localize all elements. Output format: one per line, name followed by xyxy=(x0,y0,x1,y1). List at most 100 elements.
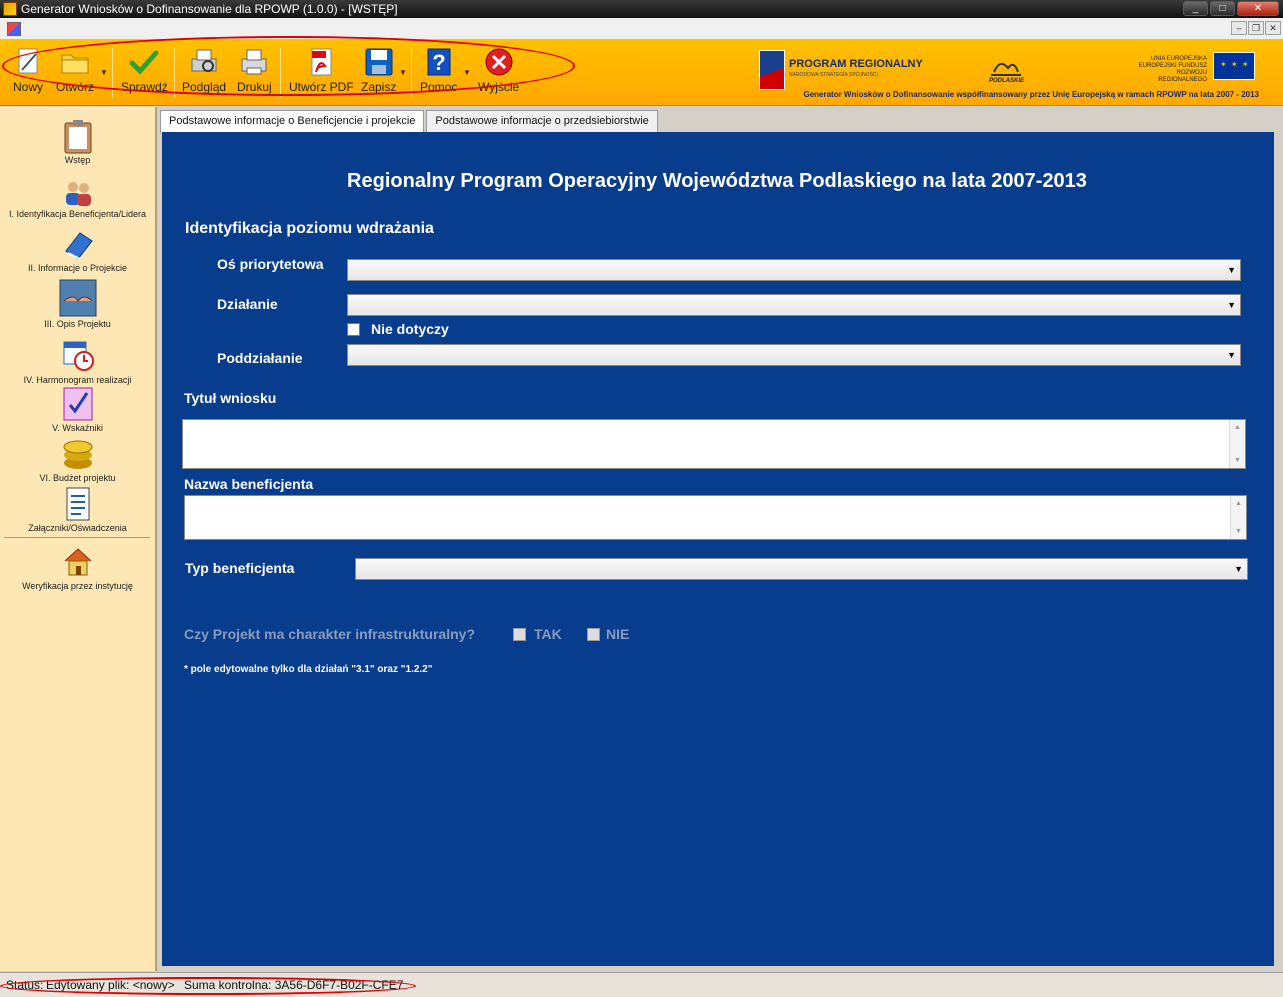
sidebar-item-label: VI. Budżet projektu xyxy=(39,473,116,483)
exit-x-icon xyxy=(483,46,515,78)
printer-icon xyxy=(238,46,270,78)
toolbar-separator xyxy=(112,48,113,98)
exit-button[interactable]: Wyjście xyxy=(478,46,519,94)
print-preview-icon xyxy=(188,46,220,78)
scroll-down-icon[interactable]: ▼ xyxy=(1235,528,1242,535)
mdi-window-icon[interactable] xyxy=(7,22,21,36)
help-button-label: Pomoc xyxy=(420,80,458,94)
save-button[interactable]: Zapisz xyxy=(361,46,396,94)
sidebar-item-harmonogram[interactable]: IV. Harmonogram realizacji xyxy=(0,339,155,385)
os-priorytetowa-select[interactable]: ▼ xyxy=(347,259,1241,281)
checklist-icon xyxy=(62,387,94,421)
branding-caption: Generator Wniosków o Dofinansowanie wspó… xyxy=(803,90,1259,99)
sidebar-item-informacje[interactable]: II. Informacje o Projekcie xyxy=(0,227,155,273)
sidebar-item-label: Załączniki/Oświadczenia xyxy=(28,523,127,533)
tab-przedsiebiorstwo[interactable]: Podstawowe informacje o przedsiebiorstwi… xyxy=(426,110,658,132)
nie-dotyczy-checkbox[interactable] xyxy=(347,323,360,336)
program-regionalny-subtext: NARODOWA STRATEGIA SPÓJNOŚCI xyxy=(789,72,878,78)
new-document-icon xyxy=(12,46,44,78)
sidebar-item-budzet[interactable]: VI. Budżet projektu xyxy=(0,437,155,483)
toolbar-separator xyxy=(174,48,175,98)
sidebar-item-label: Wstęp xyxy=(64,155,91,165)
sidebar-item-wskazniki[interactable]: V. Wskaźniki xyxy=(0,387,155,433)
mdi-restore-button[interactable]: ❐ xyxy=(1248,21,1264,35)
mdi-minimize-button[interactable]: – xyxy=(1231,21,1247,35)
question-mark-icon: ? xyxy=(423,46,455,78)
tab-beneficjent-projekt[interactable]: Podstawowe informacje o Beneficjencie i … xyxy=(160,110,425,133)
save-dropdown-icon[interactable]: ▼ xyxy=(399,68,407,77)
sidebar-item-label: V. Wskaźniki xyxy=(52,423,103,433)
calendar-icon xyxy=(62,339,94,373)
sidebar-item-opis[interactable]: III. Opis Projektu xyxy=(0,279,155,329)
pdf-icon xyxy=(305,46,337,78)
house-icon xyxy=(62,545,94,579)
minimize-button[interactable]: _ xyxy=(1183,1,1208,16)
form-title: Regionalny Program Operacyjny Województw… xyxy=(347,170,1087,192)
chevron-down-icon: ▼ xyxy=(1234,564,1243,574)
exit-button-label: Wyjście xyxy=(478,80,520,94)
nazwa-beneficjenta-textarea[interactable]: ▲ ▼ xyxy=(184,495,1247,540)
tab-bar: Podstawowe informacje o Beneficjencie i … xyxy=(160,110,660,133)
section-title: Identyfikacja poziomu wdrażania xyxy=(185,220,434,237)
window-title: Generator Wniosków o Dofinansowanie dla … xyxy=(21,2,398,16)
typ-beneficjenta-select[interactable]: ▼ xyxy=(355,558,1248,580)
sidebar-item-wstep[interactable]: Wstęp xyxy=(0,119,155,165)
sidebar-item-label: Weryfikacja przez instytucję xyxy=(22,581,133,591)
podlaskie-logo xyxy=(991,54,1021,76)
tak-label: TAK xyxy=(534,626,562,642)
dzialanie-select[interactable]: ▼ xyxy=(347,294,1241,316)
sidebar-item-label: II. Informacje o Projekcie xyxy=(27,263,128,273)
users-icon xyxy=(62,179,94,207)
sidebar-item-label: IV. Harmonogram realizacji xyxy=(23,375,132,385)
typ-beneficjenta-label: Typ beneficjenta xyxy=(185,560,295,576)
toolbar-separator xyxy=(411,48,412,98)
new-button[interactable]: Nowy xyxy=(12,46,44,94)
close-button[interactable]: ✕ xyxy=(1237,1,1279,16)
new-button-label: Nowy xyxy=(12,80,43,94)
scrollbar[interactable]: ▲ ▼ xyxy=(1230,496,1246,539)
sidebar-item-beneficjent[interactable]: I. Identyfikacja Beneficjenta/Lidera xyxy=(0,179,155,219)
scroll-up-icon[interactable]: ▲ xyxy=(1234,424,1241,431)
title-bar: Generator Wniosków o Dofinansowanie dla … xyxy=(0,0,1283,18)
help-button[interactable]: ? Pomoc xyxy=(420,46,457,94)
nie-label: NIE xyxy=(606,626,630,642)
print-button[interactable]: Drukuj xyxy=(237,46,272,94)
maximize-button[interactable]: □ xyxy=(1210,1,1235,16)
help-dropdown-icon[interactable]: ▼ xyxy=(463,68,471,77)
scrollbar[interactable]: ▲ ▼ xyxy=(1229,420,1245,468)
checkmark-icon xyxy=(128,46,160,78)
dzialanie-label: Działanie xyxy=(217,296,278,312)
eu-flag-icon xyxy=(1213,52,1255,80)
open-button-label: Otwórz xyxy=(56,80,95,94)
mdi-close-button[interactable]: ✕ xyxy=(1265,21,1281,35)
nie-checkbox[interactable] xyxy=(587,628,600,641)
scroll-up-icon[interactable]: ▲ xyxy=(1235,500,1242,507)
open-button[interactable]: Otwórz xyxy=(56,46,94,94)
check-button[interactable]: Sprawdź xyxy=(121,46,168,94)
open-dropdown-icon[interactable]: ▼ xyxy=(100,68,108,77)
tytul-wniosku-label: Tytuł wniosku xyxy=(184,390,277,406)
create-pdf-button-label: Utwórz PDF xyxy=(289,80,354,94)
coins-icon xyxy=(62,437,94,471)
sidebar-item-weryfikacja[interactable]: Weryfikacja przez instytucję xyxy=(0,545,155,591)
app-icon xyxy=(3,2,17,16)
preview-button-label: Podgląd xyxy=(182,80,227,94)
sidebar-separator xyxy=(4,537,150,538)
tytul-wniosku-textarea[interactable]: ▲ ▼ xyxy=(182,419,1246,469)
program-regionalny-logo xyxy=(759,50,785,90)
scroll-down-icon[interactable]: ▼ xyxy=(1234,457,1241,464)
floppy-disk-icon xyxy=(363,46,395,78)
status-bar: Status: Edytowany plik: <nowy> Suma kont… xyxy=(0,972,1283,997)
sidebar: Wstęp I. Identyfikacja Beneficjenta/Lide… xyxy=(0,107,157,971)
preview-button[interactable]: Podgląd xyxy=(182,46,226,94)
check-button-label: Sprawdź xyxy=(121,80,168,94)
program-regionalny-text: PROGRAM REGIONALNY xyxy=(789,58,923,70)
chevron-down-icon: ▼ xyxy=(1227,350,1236,360)
save-button-label: Zapisz xyxy=(361,80,397,94)
svg-text:?: ? xyxy=(432,50,445,75)
chevron-down-icon: ▼ xyxy=(1227,265,1236,275)
create-pdf-button[interactable]: Utwórz PDF xyxy=(289,46,354,94)
tak-checkbox[interactable] xyxy=(513,628,526,641)
poddzialanie-select[interactable]: ▼ xyxy=(347,344,1241,366)
sidebar-item-zalaczniki[interactable]: Załączniki/Oświadczenia xyxy=(0,487,155,533)
